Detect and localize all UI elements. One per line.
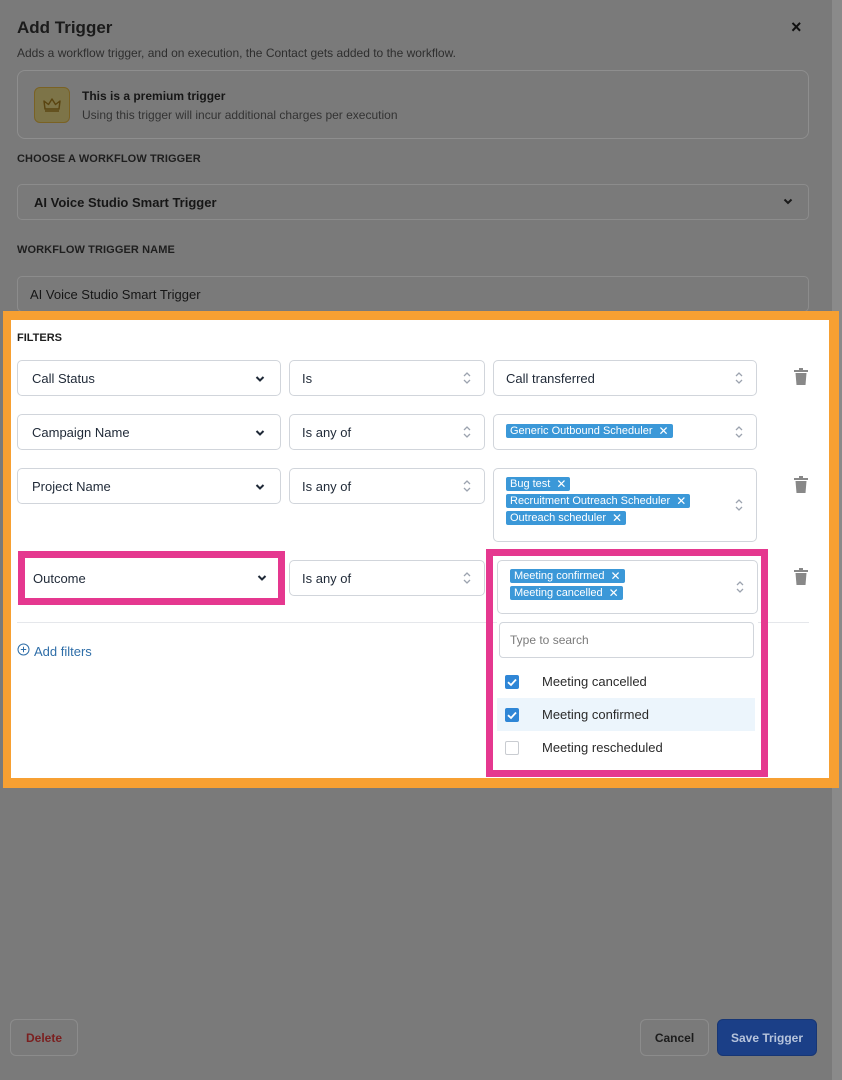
updown-icon [462, 424, 472, 443]
selected-tag[interactable]: Generic Outbound Scheduler ✕ [506, 424, 673, 438]
filter-field-select[interactable]: Call Status [17, 360, 281, 396]
panel-title: Add Trigger [17, 18, 113, 37]
filter-value-select[interactable]: Call transferred [493, 360, 757, 396]
save-trigger-button[interactable]: Save Trigger [717, 1019, 817, 1056]
trigger-select[interactable]: AI Voice Studio Smart Trigger [17, 184, 809, 220]
annotation-box-outcome-field [18, 551, 285, 605]
filter-field-value: Project Name [32, 478, 111, 494]
selected-tag[interactable]: Bug test ✕ [506, 477, 571, 491]
add-filters-label: Add filters [34, 643, 92, 659]
filter-operator-value: Is any of [302, 478, 352, 494]
filter-operator-select[interactable]: Is any of [289, 468, 485, 504]
filter-value-multiselect[interactable]: Generic Outbound Scheduler ✕ [493, 414, 757, 450]
filter-operator-value: Is [302, 370, 313, 386]
plus-circle-icon [17, 643, 30, 659]
add-filters-link[interactable]: Add filters [17, 643, 92, 659]
trigger-select-value: AI Voice Studio Smart Trigger [34, 194, 217, 210]
filters-label: FILTERS [17, 332, 63, 344]
filter-value: Call transferred [506, 370, 595, 386]
filter-value-multiselect[interactable]: Bug test ✕ Recruitment Outreach Scheduler… [493, 468, 757, 542]
filter-field-select[interactable]: Project Name [17, 468, 281, 504]
remove-tag-icon[interactable]: ✕ [556, 477, 566, 491]
premium-title: This is a premium trigger [82, 89, 226, 103]
trash-icon[interactable] [793, 368, 809, 386]
close-icon[interactable]: × [791, 17, 802, 38]
crown-icon [34, 87, 70, 123]
chevron-down-icon [782, 195, 794, 210]
chevron-down-icon [254, 481, 266, 496]
updown-icon [462, 478, 472, 497]
trigger-name-input[interactable]: AI Voice Studio Smart Trigger [17, 276, 809, 312]
choose-trigger-label: CHOOSE A WORKFLOW TRIGGER [17, 153, 201, 165]
filter-field-value: Call Status [32, 370, 95, 386]
updown-icon [462, 370, 472, 389]
filter-field-select[interactable]: Campaign Name [17, 414, 281, 450]
filter-operator-value: Is any of [302, 570, 352, 586]
trash-icon[interactable] [793, 476, 809, 494]
trigger-name-label: WORKFLOW TRIGGER NAME [17, 244, 175, 256]
remove-tag-icon[interactable]: ✕ [658, 424, 668, 438]
updown-icon [734, 497, 744, 516]
delete-button[interactable]: Delete [10, 1019, 78, 1056]
trash-icon[interactable] [793, 568, 809, 586]
remove-tag-icon[interactable]: ✕ [676, 494, 686, 508]
filter-field-value: Campaign Name [32, 424, 130, 440]
updown-icon [734, 424, 744, 443]
premium-notice: This is a premium trigger Using this tri… [17, 70, 809, 139]
chevron-down-icon [254, 427, 266, 442]
updown-icon [462, 570, 472, 589]
trigger-name-value: AI Voice Studio Smart Trigger [30, 286, 201, 302]
chevron-down-icon [254, 373, 266, 388]
premium-description: Using this trigger will incur additional… [82, 108, 398, 122]
selected-tag[interactable]: Outreach scheduler ✕ [506, 511, 627, 525]
filter-operator-select[interactable]: Is [289, 360, 485, 396]
cancel-button[interactable]: Cancel [640, 1019, 709, 1056]
filter-operator-select[interactable]: Is any of [289, 560, 485, 596]
panel-subtitle: Adds a workflow trigger, and on executio… [17, 46, 456, 60]
annotation-box-outcome-values [486, 549, 768, 777]
remove-tag-icon[interactable]: ✕ [612, 511, 622, 525]
filter-operator-select[interactable]: Is any of [289, 414, 485, 450]
updown-icon [734, 370, 744, 389]
selected-tag[interactable]: Recruitment Outreach Scheduler ✕ [506, 494, 691, 508]
filter-operator-value: Is any of [302, 424, 352, 440]
